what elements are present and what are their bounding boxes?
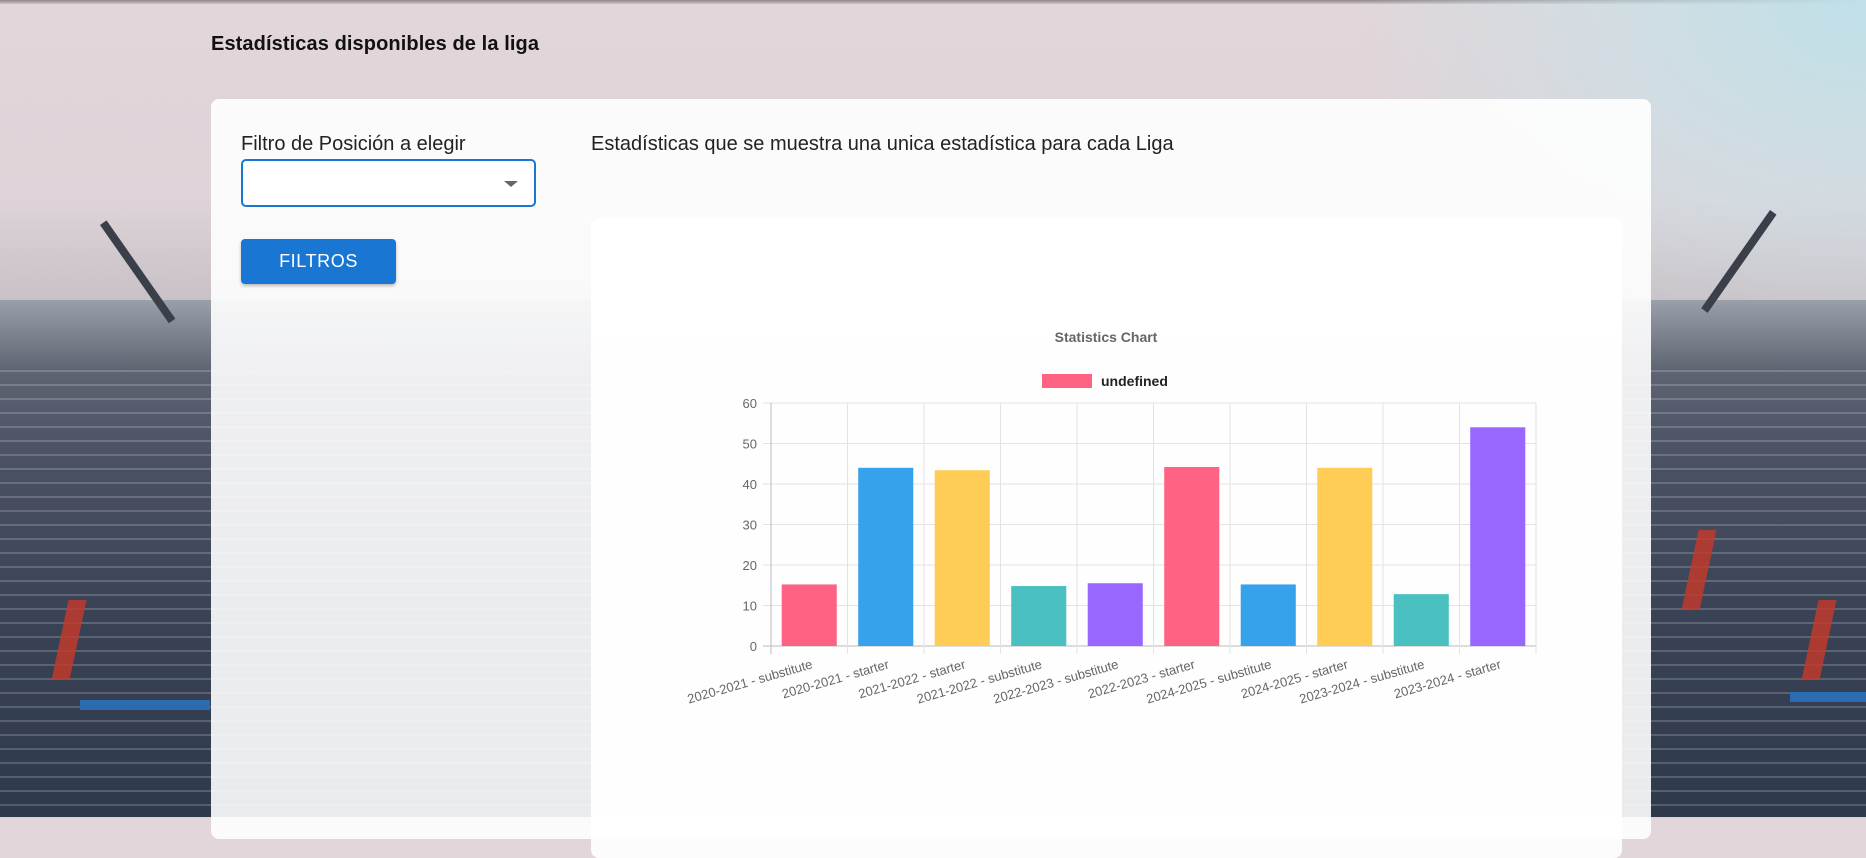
chart-bar[interactable] — [1393, 594, 1449, 646]
y-tick-label: 0 — [750, 639, 757, 654]
chart-bar[interactable] — [1240, 584, 1296, 646]
stats-description: Estadísticas que se muestra una unica es… — [591, 133, 1174, 155]
chart-bar[interactable] — [1011, 586, 1067, 646]
chevron-down-icon[interactable] — [504, 181, 518, 187]
statistics-chart: Statistics Chart undefined 0 10 20 30 40 50 60… — [686, 329, 1537, 707]
position-filter-label: Filtro de Posición a elegir — [241, 133, 466, 155]
y-axis: 0 10 20 30 40 50 60 — [743, 396, 757, 654]
chart-bar[interactable] — [934, 470, 990, 646]
stadium-banner — [80, 700, 210, 710]
y-tick-label: 50 — [743, 437, 757, 452]
position-select[interactable] — [241, 159, 536, 207]
chart-bar[interactable] — [781, 584, 837, 646]
chart-bar[interactable] — [1470, 427, 1526, 646]
x-axis: 2020-2021 - substitute2020-2021 - starte… — [686, 656, 1504, 706]
legend-swatch[interactable] — [1042, 374, 1092, 388]
chart-bar[interactable] — [1087, 583, 1143, 646]
y-tick-label: 20 — [743, 558, 757, 573]
y-tick-label: 60 — [743, 396, 757, 411]
y-tick-label: 30 — [743, 518, 757, 533]
page-title: Estadísticas disponibles de la liga — [211, 33, 540, 55]
chart-bar[interactable] — [1164, 466, 1220, 646]
chart-title: Statistics Chart — [1055, 329, 1158, 345]
chart-bar[interactable] — [858, 467, 914, 646]
legend-label[interactable]: undefined — [1101, 373, 1168, 389]
y-tick-label: 10 — [743, 599, 757, 614]
filtros-button[interactable]: FILTROS — [241, 239, 396, 284]
y-tick-label: 40 — [743, 477, 757, 492]
chart-bar[interactable] — [1317, 467, 1373, 646]
chart-panel: Statistics Chart undefined 0 10 20 30 40 50 60… — [591, 218, 1622, 858]
x-tick-label: 2020-2021 - substitute — [686, 656, 814, 706]
stats-card: Filtro de Posición a elegir FILTROS Esta… — [211, 99, 1651, 858]
stadium-banner — [1790, 692, 1866, 702]
